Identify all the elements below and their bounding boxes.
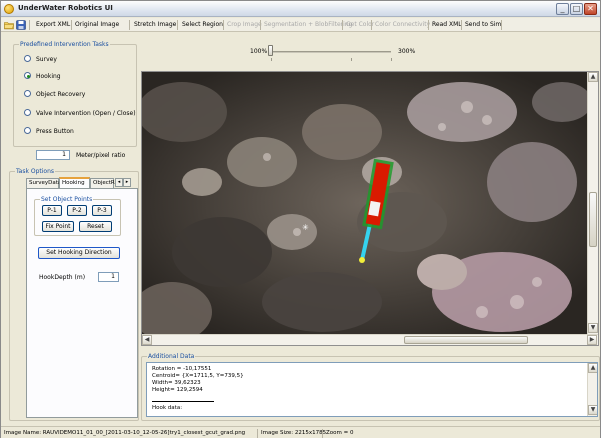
p3-button[interactable]: P-3 — [92, 205, 112, 216]
vertical-scroll-thumb[interactable] — [589, 192, 597, 247]
save-icon[interactable] — [16, 20, 26, 30]
send-to-sim-button[interactable]: Send to Sim — [465, 21, 501, 28]
scroll-down-button[interactable]: ▼ — [588, 405, 597, 415]
p2-button[interactable]: P-2 — [67, 205, 87, 216]
zoom-slider-tick — [391, 58, 392, 61]
app-window: UnderWater Robotics UI _ □ ✕ Export XML … — [0, 0, 601, 438]
status-zoom: Zoom = 0 — [326, 430, 354, 436]
tab-surveydata[interactable]: SurveyData — [26, 178, 61, 188]
scroll-up-button[interactable]: ▲ — [588, 72, 598, 82]
scroll-right-button[interactable]: ▶ — [587, 335, 597, 345]
color-connectivity-button[interactable]: Color Connectivity — [375, 21, 430, 28]
status-separator — [257, 429, 258, 438]
select-region-button[interactable]: Select Region — [182, 21, 223, 28]
tab-objectr[interactable]: ObjectR — [90, 178, 115, 188]
toolbar-separator — [223, 20, 224, 30]
width-line: Width= 39,62323 — [152, 380, 201, 386]
height-line: Height= 129,2594 — [152, 387, 203, 393]
app-logo-icon — [4, 4, 14, 14]
tab-scroll-left-button[interactable]: ◂ — [115, 178, 123, 187]
set-hooking-direction-button[interactable]: Set Hooking Direction — [38, 247, 120, 259]
hook-data-line: Hook data: — [152, 405, 183, 411]
rotation-line: Rotation = -10,17551 — [152, 366, 212, 372]
radio-label: Valve Intervention (Open / Close) — [36, 110, 136, 117]
tab-hooking[interactable]: Hooking — [59, 177, 90, 188]
stretch-image-button[interactable]: Stretch Image — [134, 21, 176, 28]
toolbar: Export XML Original Image Stretch Image … — [1, 18, 600, 32]
zoom-slider-tick — [351, 58, 352, 61]
p1-button[interactable]: P-1 — [42, 205, 62, 216]
toolbar-separator — [129, 20, 130, 30]
reset-button[interactable]: Reset — [79, 221, 112, 232]
folder-open-icon[interactable] — [4, 20, 14, 30]
toolbar-separator — [501, 20, 502, 30]
set-object-points-title: Set Object Points — [40, 196, 94, 203]
zoom-slider-thumb[interactable] — [268, 45, 273, 56]
export-xml-button[interactable]: Export XML — [36, 21, 70, 28]
horizontal-scroll-thumb[interactable] — [404, 336, 528, 344]
zoom-min-label: 100% — [250, 48, 268, 55]
radio-label: Press Button — [36, 128, 74, 135]
image-vertical-scrollbar[interactable]: ▲ ▼ — [587, 72, 598, 334]
scroll-up-button[interactable]: ▲ — [588, 363, 597, 373]
radio-indicator[interactable] — [24, 55, 31, 62]
image-horizontal-scrollbar[interactable]: ◀ ▶ — [142, 334, 598, 345]
radio-label: Hooking — [36, 73, 61, 80]
zoom-slider-tick — [271, 58, 272, 61]
hook-depth-input[interactable]: 1 — [98, 272, 119, 282]
centroid-line: Centroid= {X=1711,5, Y=739,5} — [152, 373, 244, 379]
radio-survey[interactable]: Survey — [24, 55, 57, 66]
image-marker-text: ✳ — [302, 223, 309, 232]
toolbar-separator — [29, 20, 30, 30]
read-xml-button[interactable]: Read XML — [432, 21, 462, 28]
hook-point-marker — [359, 257, 365, 263]
minimize-button[interactable]: _ — [556, 3, 569, 15]
additional-data-textarea[interactable]: Rotation = -10,17551 Centroid= {X=1711,5… — [146, 362, 598, 417]
seabed-photo[interactable]: ✳ — [142, 72, 587, 334]
radio-press-button[interactable]: Press Button — [24, 127, 74, 138]
toolbar-separator — [428, 20, 429, 30]
scroll-left-button[interactable]: ◀ — [142, 335, 152, 345]
zoom-slider-track[interactable] — [271, 51, 391, 53]
zoom-max-label: 300% — [398, 48, 416, 55]
scroll-down-button[interactable]: ▼ — [588, 323, 598, 333]
additional-data-title: Additional Data — [147, 353, 196, 360]
toolbar-separator — [71, 20, 72, 30]
crop-image-button[interactable]: Crop Image — [227, 21, 262, 28]
radio-label: Survey — [36, 56, 57, 63]
additional-data-scrollbar[interactable]: ▲ ▼ — [587, 363, 597, 416]
radio-indicator[interactable] — [24, 90, 31, 97]
toolbar-separator — [371, 20, 372, 30]
status-bar: Image Name: RAUVIDEMO11_01_00_[2011-03-1… — [1, 426, 600, 438]
original-image-button[interactable]: Original Image — [75, 21, 119, 28]
radio-indicator[interactable] — [24, 109, 31, 116]
radio-object-recovery[interactable]: Object Recovery — [24, 90, 86, 101]
toolbar-separator — [342, 20, 343, 30]
radio-hooking[interactable]: Hooking — [24, 72, 61, 83]
radio-valve-intervention[interactable]: Valve Intervention (Open / Close) — [24, 109, 136, 120]
separator-line — [152, 401, 214, 402]
status-separator — [322, 429, 323, 438]
status-image-size: Image Size: 2215x1785 — [261, 430, 327, 436]
radio-indicator[interactable] — [24, 127, 31, 134]
tab-scroll-right-button[interactable]: ▸ — [123, 178, 131, 187]
window-title: UnderWater Robotics UI — [18, 4, 113, 12]
maximize-button[interactable]: □ — [570, 3, 583, 15]
toolbar-separator — [260, 20, 261, 30]
status-image-name: Image Name: RAUVIDEMO11_01_00_[2011-03-1… — [4, 430, 246, 436]
close-button[interactable]: ✕ — [584, 3, 597, 15]
segmentation-blobfiltering-button[interactable]: Segmentation + BlobFiltering — [264, 21, 352, 28]
toolbar-separator — [461, 20, 462, 30]
underwater-image[interactable]: ✳ — [142, 72, 587, 334]
fix-point-button[interactable]: Fix Point — [42, 221, 74, 232]
title-bar: UnderWater Robotics UI _ □ ✕ — [1, 1, 600, 17]
meter-pixel-ratio-input[interactable]: 1 — [36, 150, 70, 160]
toolbar-separator — [177, 20, 178, 30]
predefined-tasks-title: Predefined Intervention Tasks — [19, 41, 110, 48]
radio-indicator[interactable] — [24, 72, 31, 79]
meter-pixel-ratio-label: Meter/pixel ratio — [76, 152, 126, 159]
radio-label: Object Recovery — [36, 91, 86, 98]
task-options-title: Task Options — [15, 168, 56, 175]
hook-depth-label: HookDepth (m) — [39, 274, 86, 281]
